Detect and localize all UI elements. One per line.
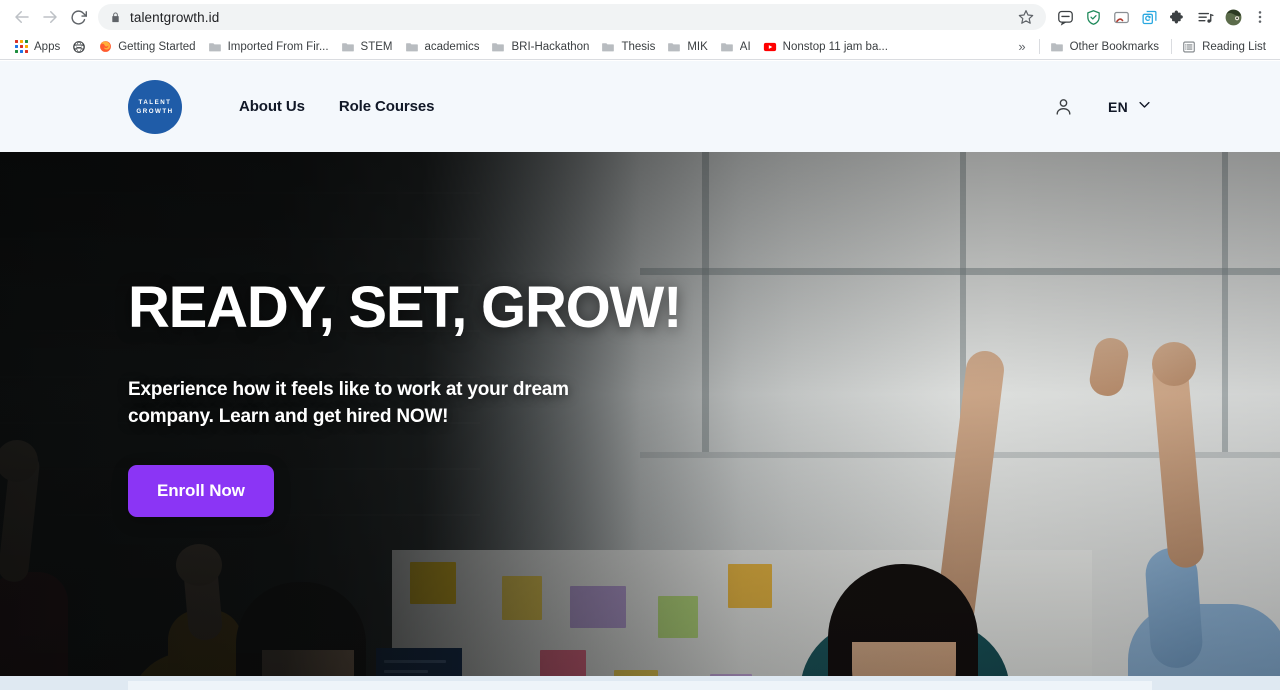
reload-button[interactable] [64,3,92,31]
playlist-queue-icon[interactable] [1192,4,1218,30]
nav-link-role-courses[interactable]: Role Courses [339,98,435,115]
site-header: TALENT GROWTH About Us Role Courses EN [0,61,1280,152]
folder-icon [341,40,355,54]
bookmark-label: AI [739,40,751,53]
bookmark-label: Getting Started [118,40,196,53]
reading-list-button[interactable]: Reading List [1177,37,1273,57]
reload-icon [70,9,87,26]
site-logo[interactable]: TALENT GROWTH [128,79,182,134]
browser-window: talentgrowth.id Apps Getting Started Imp… [0,0,1280,690]
bookmark-item[interactable]: AI [715,37,758,57]
main-navigation: About Us Role Courses [239,98,434,115]
bookmark-label: Nonstop 11 jam ba... [782,40,888,53]
puzzle-extensions-icon[interactable] [1164,4,1190,30]
url-text: talentgrowth.id [130,9,220,25]
hero-title: READY, SET, GROW! [128,275,682,340]
hero-section: READY, SET, GROW! Experience how it feel… [0,152,1280,690]
folder-icon [491,40,505,54]
logo-line-2: GROWTH [136,107,174,115]
logo-line-1: TALENT [138,98,172,106]
bookmark-label: academics [424,40,480,53]
chat-bubble-extension-icon[interactable] [1052,4,1078,30]
youtube-icon [763,40,777,54]
bookmark-globe[interactable] [67,37,93,57]
shield-check-extension-icon[interactable] [1080,4,1106,30]
folder-icon [667,40,681,54]
divider [1038,39,1040,54]
bookmark-item[interactable]: BRI-Hackathon [486,37,596,57]
arrow-left-icon [13,8,31,26]
bookmark-item[interactable]: Thesis [596,37,662,57]
bookmark-label: Thesis [621,40,656,53]
kebab-menu-icon[interactable] [1248,4,1272,30]
folder-icon [601,40,615,54]
bookmark-star-icon[interactable] [1010,9,1034,25]
bookmark-item[interactable]: STEM [336,37,400,57]
bookmark-label: MIK [687,40,708,53]
language-code: EN [1107,98,1128,115]
browser-toolbar: talentgrowth.id [0,0,1280,34]
bookmarks-overflow-button[interactable]: » [1010,37,1033,56]
bookmark-label: Other Bookmarks [1069,40,1160,53]
forward-button[interactable] [36,3,64,31]
extensions-strip [1048,4,1272,30]
language-selector[interactable]: EN [1108,97,1152,117]
screenshot-extension-icon[interactable] [1108,4,1134,30]
folder-icon [1050,40,1064,54]
divider [1171,39,1173,54]
enroll-now-button[interactable]: Enroll Now [128,464,274,517]
bookmark-label: Apps [34,40,61,53]
apps-grid-icon [14,40,28,54]
bookmark-label: Imported From Fir... [227,40,329,53]
refresh-sync-extension-icon[interactable] [1136,4,1162,30]
nav-link-about-us[interactable]: About Us [239,98,305,115]
hero-subtitle: Experience how it feels like to work at … [128,378,569,427]
folder-icon [720,40,734,54]
bookmark-item[interactable]: academics [400,37,487,57]
bookmark-item[interactable]: Getting Started [93,37,202,57]
bookmark-apps[interactable]: Apps [9,37,67,57]
bookmark-label: STEM [360,40,393,53]
bookmark-label: BRI-Hackathon [511,40,590,53]
bookmarks-bar: Apps Getting Started Imported From Fir..… [0,34,1280,60]
hero-content: READY, SET, GROW! Experience how it feel… [128,275,768,517]
header-actions: EN [1053,96,1152,117]
page-viewport: TALENT GROWTH About Us Role Courses EN R… [0,61,1280,690]
next-section-strip [0,676,1280,690]
reading-list-icon [1182,40,1196,54]
other-bookmarks-button[interactable]: Other Bookmarks [1045,37,1166,57]
lock-icon [110,11,121,24]
bookmark-item[interactable]: MIK [662,37,714,57]
address-bar[interactable]: talentgrowth.id [98,4,1046,30]
user-account-icon[interactable] [1053,96,1074,117]
arrow-right-icon [41,8,59,26]
back-button[interactable] [8,3,36,31]
bookmark-item[interactable]: Nonstop 11 jam ba... [758,37,895,57]
profile-avatar-icon[interactable] [1220,4,1246,30]
globe-icon [72,40,86,54]
bookmark-item[interactable]: Imported From Fir... [203,37,336,57]
folder-icon [405,40,419,54]
folder-icon [208,40,222,54]
bookmark-label: Reading List [1202,40,1266,53]
chevron-down-icon [1137,97,1152,117]
firefox-icon [98,40,112,54]
